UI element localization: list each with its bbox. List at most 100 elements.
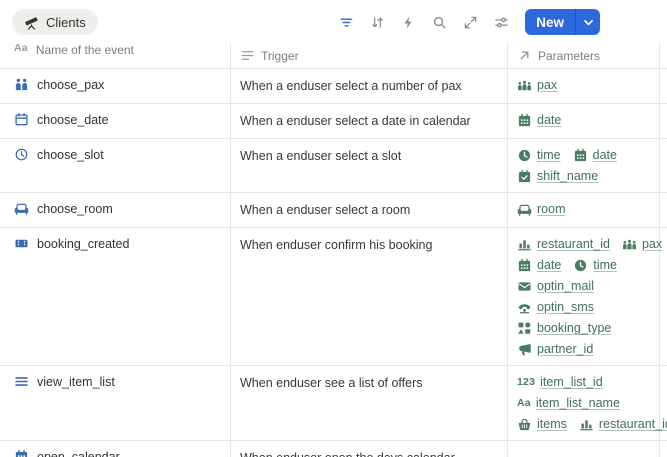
- parameter-tag[interactable]: optin_mail: [517, 278, 594, 294]
- clients-view-button[interactable]: Clients: [12, 9, 98, 35]
- parameter-tag[interactable]: pax: [622, 236, 662, 252]
- mail-icon: [517, 279, 532, 294]
- parameter-tag[interactable]: optin_sms: [517, 299, 594, 315]
- search-icon[interactable]: [427, 10, 451, 34]
- trigger-cell[interactable]: When a enduser select a room: [231, 193, 508, 227]
- couch-icon: [14, 201, 29, 216]
- text-icon: [240, 48, 255, 63]
- parameter-label: optin_mail: [537, 278, 594, 294]
- parameter-tag[interactable]: restaurant_id: [579, 416, 667, 432]
- event-name-cell[interactable]: view_item_list: [0, 366, 231, 440]
- table-row: choose_slotWhen a enduser select a slott…: [0, 139, 667, 193]
- topbar: Clients New: [0, 0, 667, 43]
- calendar-icon: [14, 112, 29, 127]
- parameter-tag[interactable]: room: [517, 201, 565, 217]
- date-icon: [517, 258, 532, 273]
- trigger-cell[interactable]: When a enduser select a slot: [231, 139, 508, 192]
- clients-database-page: Clients New Aa Name of the event Trigger…: [0, 0, 667, 457]
- table-row: choose_paxWhen a enduser select a number…: [0, 69, 667, 104]
- parameters-cell[interactable]: [508, 441, 660, 457]
- pax-icon: [517, 78, 532, 93]
- parameter-label: date: [593, 147, 617, 163]
- num123-icon: 123: [517, 377, 535, 388]
- trigger-text: When enduser open the days calendar: [240, 451, 455, 457]
- row-spacer: [660, 69, 667, 103]
- clock-icon: [14, 147, 29, 162]
- new-dropdown-button[interactable]: [575, 9, 600, 35]
- parameter-lines: time date shift_name: [517, 147, 651, 184]
- parameter-line: date time: [517, 257, 651, 273]
- event-name: booking_created: [37, 236, 129, 252]
- table-header-row: Aa Name of the event Trigger Parameters: [0, 43, 667, 69]
- parameter-label: item_list_id: [540, 374, 603, 390]
- parameters-cell[interactable]: pax: [508, 69, 660, 103]
- parameter-line: optin_sms: [517, 299, 651, 315]
- parameter-tag[interactable]: 123 item_list_id: [517, 374, 603, 390]
- trigger-cell[interactable]: When enduser see a list of offers: [231, 366, 508, 440]
- date-icon: [573, 148, 588, 163]
- trigger-text: When a enduser select a room: [240, 203, 410, 217]
- parameter-label: room: [537, 201, 565, 217]
- parameter-lines: restaurant_idpaxdate time optin_mail optin_…: [517, 236, 651, 357]
- event-name: choose_date: [37, 112, 109, 128]
- trigger-cell[interactable]: When enduser open the days calendar: [231, 441, 508, 457]
- sliders-icon[interactable]: [489, 10, 513, 34]
- parameters-cell[interactable]: time date shift_name: [508, 139, 660, 192]
- event-name-cell[interactable]: choose_room: [0, 193, 231, 227]
- table-row: view_item_list When enduser see a list of…: [0, 366, 667, 441]
- row-spacer: [660, 104, 667, 138]
- parameters-cell[interactable]: room: [508, 193, 660, 227]
- parameter-line: restaurant_idpax: [517, 236, 651, 252]
- parameter-label: booking_type: [537, 320, 611, 336]
- trigger-cell[interactable]: When a enduser select a date in calendar: [231, 104, 508, 138]
- parameter-tag[interactable]: time: [573, 257, 617, 273]
- basket-icon: [517, 417, 532, 432]
- title-icon: Aa: [14, 43, 28, 54]
- column-header-parameters[interactable]: Parameters: [508, 43, 660, 68]
- parameter-line: 123 item_list_id: [517, 374, 651, 390]
- trigger-cell[interactable]: When a enduser select a number of pax: [231, 69, 508, 103]
- parameters-cell[interactable]: date: [508, 104, 660, 138]
- event-name-cell[interactable]: choose_date: [0, 104, 231, 138]
- events-table: Aa Name of the event Trigger Parameters …: [0, 43, 667, 457]
- people-icon: [14, 77, 29, 92]
- parameter-lines: 123item_list_idAaitem_list_nameitemsrest…: [517, 374, 651, 432]
- parameters-cell[interactable]: 123item_list_idAaitem_list_nameitemsrest…: [508, 366, 660, 440]
- expand-icon[interactable]: [458, 10, 482, 34]
- parameter-tag[interactable]: booking_type: [517, 320, 611, 336]
- parameter-line: shift_name: [517, 168, 651, 184]
- event-name-cell[interactable]: open_calendar: [0, 441, 231, 457]
- bolt-icon[interactable]: [396, 10, 420, 34]
- time-icon: [517, 148, 532, 163]
- event-name: view_item_list: [37, 374, 115, 390]
- column-header-trigger[interactable]: Trigger: [231, 43, 508, 68]
- event-name-cell[interactable]: booking_created: [0, 228, 231, 365]
- event-name-cell[interactable]: choose_pax: [0, 69, 231, 103]
- parameter-tag[interactable]: restaurant_id: [517, 236, 610, 252]
- parameter-label: partner_id: [537, 341, 593, 357]
- parameter-tag[interactable]: shift_name: [517, 168, 598, 184]
- filter-icon[interactable]: [334, 10, 358, 34]
- parameter-tag[interactable]: partner_id: [517, 341, 593, 357]
- parameter-label: date: [537, 112, 561, 128]
- parameter-label: time: [593, 257, 617, 273]
- parameter-tag[interactable]: time: [517, 147, 561, 163]
- row-spacer: [660, 228, 667, 365]
- view-toolbar: New: [334, 9, 600, 35]
- parameters-cell[interactable]: restaurant_idpaxdatetimeoptin_mailoptin_…: [508, 228, 660, 365]
- bank-icon: [517, 237, 532, 252]
- column-header-name[interactable]: Aa Name of the event: [0, 43, 231, 68]
- parameter-tag[interactable]: pax: [517, 77, 557, 93]
- time-icon: [573, 258, 588, 273]
- new-button[interactable]: New: [525, 9, 575, 35]
- parameter-tag[interactable]: date: [517, 257, 561, 273]
- parameter-tag[interactable]: date: [573, 147, 617, 163]
- table-row: booking_created When enduser confirm his …: [0, 228, 667, 366]
- parameter-tag[interactable]: items: [517, 416, 567, 432]
- parameter-tag[interactable]: date: [517, 112, 561, 128]
- trigger-text: When enduser confirm his booking: [240, 238, 432, 252]
- sort-icon[interactable]: [365, 10, 389, 34]
- event-name-cell[interactable]: choose_slot: [0, 139, 231, 192]
- trigger-cell[interactable]: When enduser confirm his booking: [231, 228, 508, 365]
- parameter-tag[interactable]: Aaitem_list_name: [517, 395, 620, 411]
